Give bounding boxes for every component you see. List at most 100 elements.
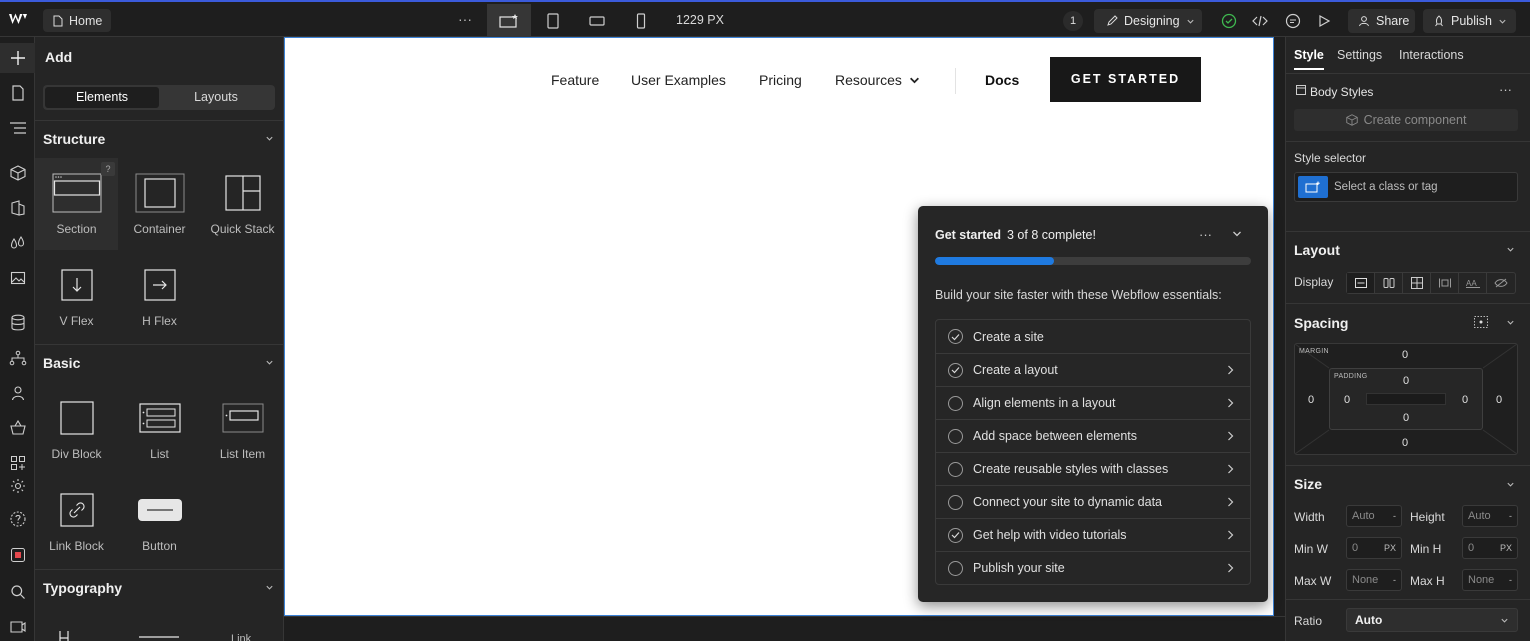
checklist-item[interactable]: Create reusable styles with classes bbox=[936, 452, 1250, 485]
code-icon[interactable] bbox=[1250, 11, 1270, 31]
ecommerce-basket-icon[interactable] bbox=[0, 413, 35, 443]
webflow-logo-icon[interactable] bbox=[8, 11, 28, 29]
nav-dropdown-resources[interactable]: Resources bbox=[835, 72, 920, 88]
tab-settings[interactable]: Settings bbox=[1337, 48, 1382, 62]
breakpoint-mobile-button[interactable] bbox=[619, 4, 663, 37]
padding-left-value[interactable]: 0 bbox=[1344, 394, 1350, 406]
get-started-button[interactable]: GET STARTED bbox=[1050, 57, 1201, 102]
settings-gear-icon[interactable] bbox=[0, 471, 35, 501]
margin-top-value[interactable]: 0 bbox=[1402, 349, 1408, 361]
video-tutorials-icon[interactable] bbox=[0, 612, 35, 641]
max-height-unit[interactable]: - bbox=[1509, 575, 1512, 585]
pages-icon[interactable] bbox=[0, 78, 35, 108]
assets-image-icon[interactable] bbox=[0, 263, 35, 293]
publish-button[interactable]: Publish bbox=[1423, 9, 1516, 33]
display-inline-block-icon[interactable] bbox=[1431, 273, 1459, 293]
heading-element-icon[interactable] bbox=[59, 627, 69, 641]
check-status-icon[interactable] bbox=[1219, 11, 1239, 31]
max-width-unit[interactable]: - bbox=[1393, 575, 1396, 585]
min-width-input[interactable]: 0 PX bbox=[1346, 537, 1402, 559]
margin-right-value[interactable]: 0 bbox=[1496, 394, 1502, 406]
logic-flow-icon[interactable] bbox=[0, 343, 35, 373]
section-header-typography[interactable]: Typography bbox=[35, 569, 283, 605]
cms-database-icon[interactable] bbox=[0, 308, 35, 338]
record-stop-icon[interactable] bbox=[0, 540, 35, 570]
element-link-block[interactable]: Link Block bbox=[35, 475, 118, 567]
breakpoint-desktop-button[interactable] bbox=[487, 4, 531, 37]
margin-left-value[interactable]: 0 bbox=[1308, 394, 1314, 406]
breakpoint-tablet-button[interactable] bbox=[531, 4, 575, 37]
element-div-block[interactable]: Div Block bbox=[35, 383, 118, 475]
max-height-input[interactable]: None - bbox=[1462, 569, 1518, 591]
nav-link-user-examples[interactable]: User Examples bbox=[631, 72, 726, 88]
components-cube-icon[interactable] bbox=[0, 158, 35, 188]
more-options-icon[interactable]: ··· bbox=[456, 10, 474, 30]
preview-play-icon[interactable] bbox=[1314, 11, 1334, 31]
more-options-icon[interactable]: ··· bbox=[1199, 227, 1212, 242]
min-height-unit[interactable]: PX bbox=[1500, 543, 1512, 553]
page-selector-button[interactable]: Home bbox=[43, 9, 111, 32]
checklist-item[interactable]: Get help with video tutorials bbox=[936, 518, 1250, 551]
spacing-preset-icon[interactable] bbox=[1474, 316, 1488, 328]
nav-link-docs[interactable]: Docs bbox=[985, 72, 1019, 88]
users-icon[interactable] bbox=[0, 378, 35, 408]
variables-drops-icon[interactable] bbox=[0, 228, 35, 258]
min-height-input[interactable]: 0 PX bbox=[1462, 537, 1518, 559]
notification-count-badge[interactable]: 1 bbox=[1063, 11, 1083, 31]
nav-link-pricing[interactable]: Pricing bbox=[759, 72, 802, 88]
max-width-input[interactable]: None - bbox=[1346, 569, 1402, 591]
element-button[interactable]: Button bbox=[118, 475, 201, 567]
display-flex-icon[interactable] bbox=[1375, 273, 1403, 293]
checklist-item[interactable]: Create a layout bbox=[936, 353, 1250, 386]
tab-elements[interactable]: Elements bbox=[45, 87, 159, 108]
text-link-element-icon[interactable]: Link bbox=[231, 633, 251, 641]
element-container[interactable]: Container bbox=[118, 158, 201, 250]
help-icon[interactable] bbox=[0, 504, 35, 534]
selector-mode-icon[interactable] bbox=[1298, 176, 1328, 198]
element-list-item[interactable]: List Item bbox=[201, 383, 283, 475]
section-header-structure[interactable]: Structure bbox=[35, 120, 283, 156]
padding-bottom-value[interactable]: 0 bbox=[1403, 412, 1409, 424]
checklist-item[interactable]: Create a site bbox=[936, 320, 1250, 353]
chevron-down-icon[interactable] bbox=[1506, 480, 1515, 489]
display-none-eye-off-icon[interactable] bbox=[1487, 273, 1515, 293]
width-input[interactable]: Auto - bbox=[1346, 505, 1402, 527]
element-section[interactable]: ? Section bbox=[35, 158, 118, 250]
display-grid-icon[interactable] bbox=[1403, 273, 1431, 293]
navigator-icon[interactable] bbox=[0, 113, 35, 143]
width-unit[interactable]: - bbox=[1393, 511, 1396, 521]
search-icon[interactable] bbox=[0, 577, 35, 607]
height-unit[interactable]: - bbox=[1509, 511, 1512, 521]
tab-layouts[interactable]: Layouts bbox=[159, 87, 273, 108]
share-button[interactable]: Share bbox=[1348, 9, 1415, 33]
breakpoint-landscape-button[interactable] bbox=[575, 4, 619, 37]
element-quick-stack[interactable]: Quick Stack bbox=[201, 158, 283, 250]
chevron-down-icon[interactable] bbox=[1506, 318, 1515, 327]
help-badge[interactable]: ? bbox=[101, 162, 115, 176]
mode-selector-button[interactable]: Designing bbox=[1094, 9, 1202, 33]
tab-interactions[interactable]: Interactions bbox=[1399, 48, 1464, 62]
checklist-item[interactable]: Connect your site to dynamic data bbox=[936, 485, 1250, 518]
display-inline-icon[interactable]: AA bbox=[1459, 273, 1487, 293]
checklist-item[interactable]: Add space between elements bbox=[936, 419, 1250, 452]
collapse-chevron-icon[interactable] bbox=[1232, 229, 1242, 239]
padding-top-value[interactable]: 0 bbox=[1403, 375, 1409, 387]
element-v-flex[interactable]: V Flex bbox=[35, 250, 118, 342]
more-options-icon[interactable]: ··· bbox=[1499, 82, 1512, 97]
element-h-flex[interactable]: H Flex bbox=[118, 250, 201, 342]
display-block-icon[interactable] bbox=[1347, 273, 1375, 293]
min-width-unit[interactable]: PX bbox=[1384, 543, 1396, 553]
ratio-select[interactable]: Auto bbox=[1346, 608, 1518, 632]
style-selector-input[interactable]: Select a class or tag bbox=[1294, 172, 1518, 202]
margin-bottom-value[interactable]: 0 bbox=[1402, 437, 1408, 449]
section-header-basic[interactable]: Basic bbox=[35, 344, 283, 380]
checklist-item[interactable]: Align elements in a layout bbox=[936, 386, 1250, 419]
create-component-button[interactable]: Create component bbox=[1294, 109, 1518, 131]
height-input[interactable]: Auto - bbox=[1462, 505, 1518, 527]
element-list[interactable]: List bbox=[118, 383, 201, 475]
padding-right-value[interactable]: 0 bbox=[1462, 394, 1468, 406]
paragraph-element-icon[interactable] bbox=[139, 635, 179, 641]
style-manager-icon[interactable] bbox=[0, 193, 35, 223]
chevron-down-icon[interactable] bbox=[1506, 245, 1515, 254]
comments-icon[interactable] bbox=[1283, 11, 1303, 31]
